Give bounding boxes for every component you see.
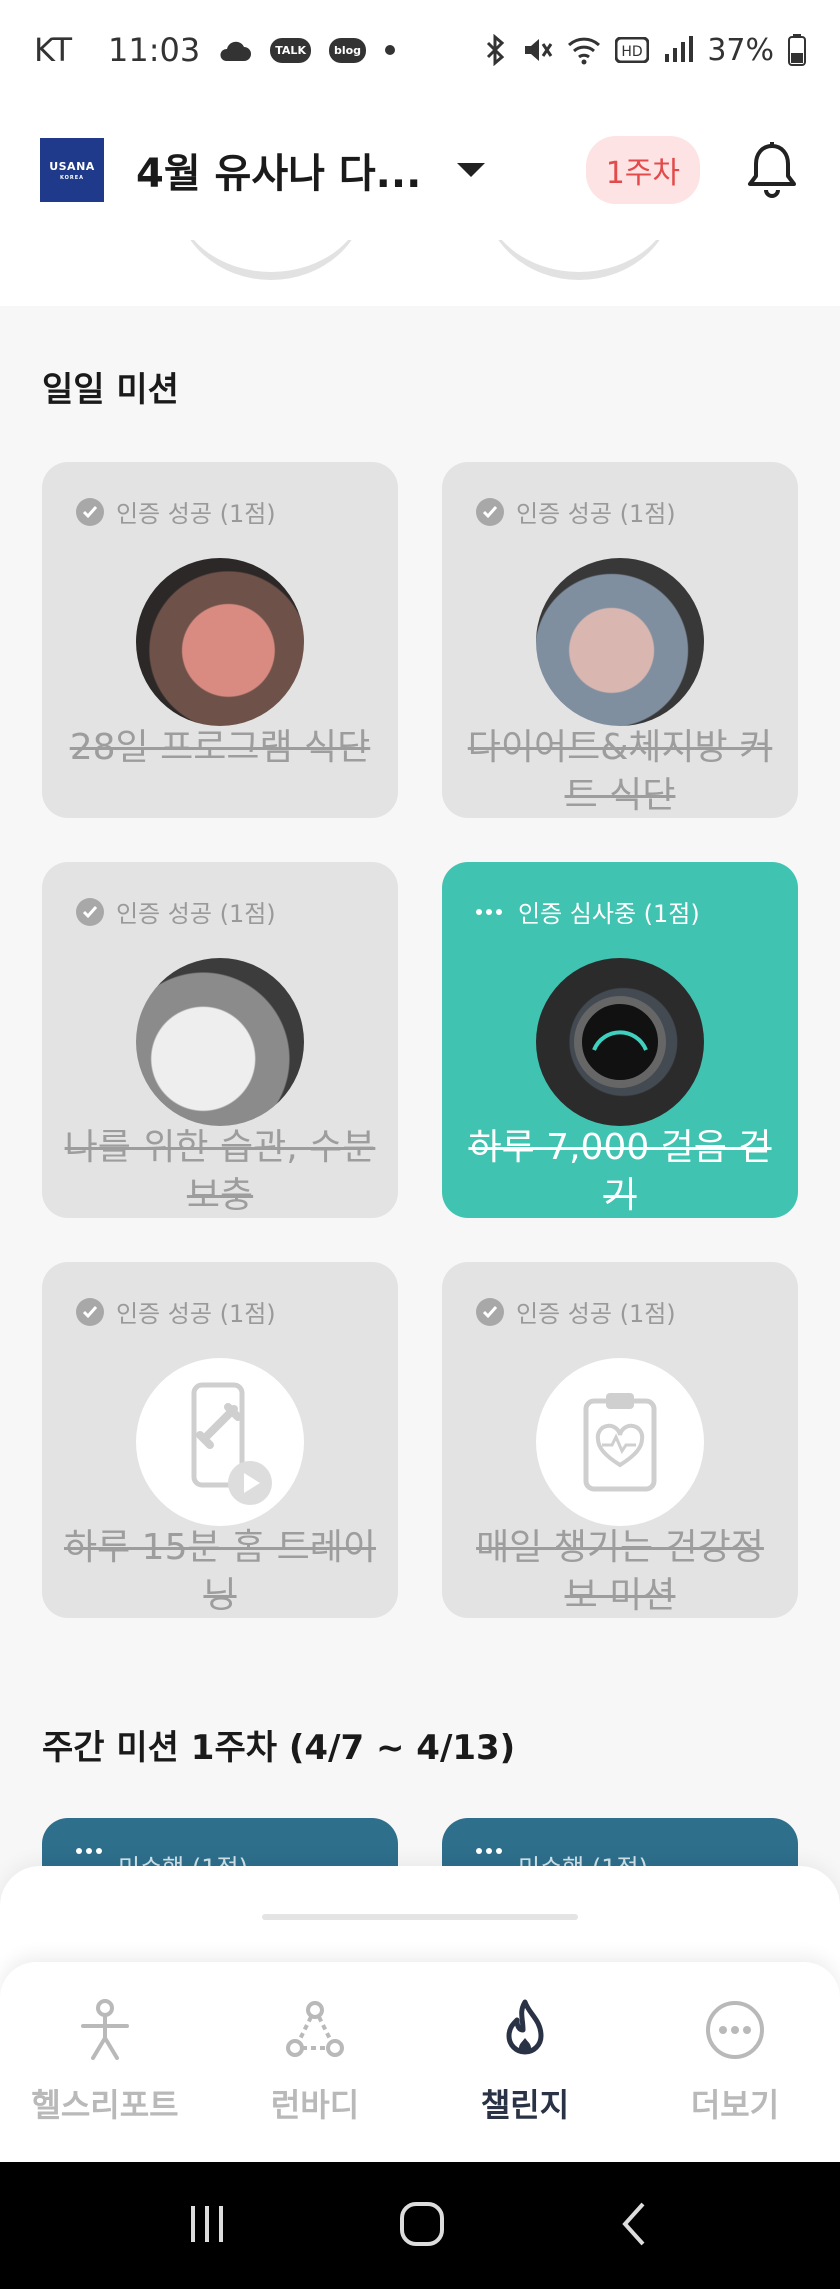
mission-status-text: 인증 성공 (1점) bbox=[116, 500, 276, 528]
mute-icon bbox=[521, 34, 553, 66]
mission-photo bbox=[136, 958, 304, 1126]
network-icon bbox=[283, 1998, 347, 2066]
talk-icon: TALK bbox=[270, 37, 311, 63]
mission-photo bbox=[136, 558, 304, 726]
mission-title: 나를 위한 습관, 수분보충 bbox=[64, 1127, 376, 1216]
mission-status-text: 인증 성공 (1점) bbox=[516, 1300, 676, 1328]
app-header: USANA KOREA 4월 유사나 다... 1주차 bbox=[0, 100, 840, 240]
mission-card[interactable]: 인증 성공 (1점) 다이어트&체지방 커트 식단 bbox=[442, 462, 798, 818]
sheet-drag-handle[interactable] bbox=[262, 1914, 578, 1920]
logo-text: USANA bbox=[49, 159, 95, 173]
system-nav-bar bbox=[0, 2162, 840, 2289]
mission-card[interactable]: 인증 성공 (1점) 나를 위한 습관, 수분보충 bbox=[42, 862, 398, 1218]
home-icon[interactable] bbox=[398, 2200, 446, 2252]
back-icon[interactable] bbox=[615, 2200, 655, 2252]
mission-status-text: 인증 성공 (1점) bbox=[116, 900, 276, 928]
mission-card[interactable]: 인증 성공 (1점) 하루 15분 홈 트레이닝 bbox=[42, 1262, 398, 1618]
logo-subtext: KOREA bbox=[59, 174, 85, 181]
clipboard-heart-icon bbox=[536, 1358, 704, 1526]
nav-label: 헬스리포트 bbox=[31, 2086, 179, 2124]
mission-photo bbox=[536, 958, 704, 1126]
wifi-icon bbox=[567, 35, 601, 65]
check-icon bbox=[76, 497, 104, 526]
clock: 11:03 bbox=[108, 31, 201, 69]
nav-label: 챌린지 bbox=[480, 2086, 570, 2124]
nav-health-report[interactable]: 헬스리포트 bbox=[0, 1962, 210, 2162]
check-icon bbox=[476, 497, 504, 526]
mission-status: 인증 성공 (1점) bbox=[76, 894, 276, 929]
dot-icon bbox=[384, 44, 396, 56]
check-icon bbox=[76, 897, 104, 926]
more-dots-icon bbox=[476, 908, 506, 915]
usana-logo: USANA KOREA bbox=[40, 138, 104, 202]
bottom-nav: 헬스리포트 런바디 챌린지 더보기 bbox=[0, 1962, 840, 2162]
mission-status-text: 인증 성공 (1점) bbox=[116, 1300, 276, 1328]
mission-title: 다이어트&체지방 커트 식단 bbox=[467, 727, 773, 816]
more-dots-icon bbox=[476, 1848, 506, 1854]
phone-dumbbell-icon bbox=[136, 1358, 304, 1526]
more-icon bbox=[703, 1998, 767, 2066]
status-bar: KT 11:03 TALK blog HD 37% bbox=[0, 0, 840, 100]
mission-title: 하루 15분 홈 트레이닝 bbox=[64, 1527, 376, 1616]
mission-card[interactable]: 인증 성공 (1점) 매일 챙기는 건강정보 미션 bbox=[442, 1262, 798, 1618]
mission-status: 인증 성공 (1점) bbox=[476, 494, 676, 529]
mission-status-text: 인증 심사중 (1점) bbox=[518, 900, 700, 928]
svg-text:HD: HD bbox=[622, 44, 643, 60]
nav-more[interactable]: 더보기 bbox=[630, 1962, 840, 2162]
person-icon bbox=[73, 1998, 137, 2066]
cloud-icon bbox=[218, 37, 252, 63]
mission-title: 28일 프로그램 식단 bbox=[69, 727, 371, 768]
mission-card[interactable]: 인증 성공 (1점) 28일 프로그램 식단 bbox=[42, 462, 398, 818]
daily-missions-title: 일일 미션 bbox=[42, 370, 179, 410]
nav-challenge[interactable]: 챌린지 bbox=[420, 1962, 630, 2162]
mission-status: 인증 성공 (1점) bbox=[76, 494, 276, 529]
more-dots-icon bbox=[76, 1848, 106, 1854]
progress-arc bbox=[176, 240, 366, 280]
signal-icon bbox=[663, 36, 694, 64]
recent-apps-icon[interactable] bbox=[185, 2202, 229, 2250]
battery-icon bbox=[788, 34, 806, 66]
mission-status: 인증 성공 (1점) bbox=[76, 1294, 276, 1329]
check-icon bbox=[476, 1297, 504, 1326]
nav-runbody[interactable]: 런바디 bbox=[210, 1962, 420, 2162]
bell-icon[interactable] bbox=[744, 140, 800, 200]
nav-label: 런바디 bbox=[270, 2086, 360, 2124]
mission-photo bbox=[536, 558, 704, 726]
hd-icon: HD bbox=[615, 37, 650, 63]
progress-arc bbox=[484, 240, 674, 280]
chevron-down-icon[interactable] bbox=[457, 163, 486, 177]
nav-label: 더보기 bbox=[690, 2086, 780, 2124]
mission-card[interactable]: 인증 심사중 (1점) 하루 7,000 걸음 걷기 bbox=[442, 862, 798, 1218]
week-badge: 1주차 bbox=[585, 136, 700, 204]
battery-percent: 37% bbox=[707, 32, 774, 68]
mission-title: 하루 7,000 걸음 걷기 bbox=[468, 1127, 772, 1216]
mission-status: 인증 성공 (1점) bbox=[476, 1294, 676, 1329]
bluetooth-icon bbox=[483, 34, 507, 66]
challenge-title[interactable]: 4월 유사나 다... bbox=[136, 141, 421, 199]
mission-title: 매일 챙기는 건강정보 미션 bbox=[476, 1527, 764, 1616]
carrier-label: KT bbox=[34, 31, 73, 69]
scrolled-content-remnant bbox=[0, 240, 840, 306]
check-icon bbox=[76, 1297, 104, 1326]
blog-icon: blog bbox=[328, 37, 367, 63]
mission-status: 인증 심사중 (1점) bbox=[476, 894, 700, 929]
mission-status-text: 인증 성공 (1점) bbox=[516, 500, 676, 528]
flame-icon bbox=[493, 1998, 557, 2066]
weekly-missions-title: 주간 미션 1주차 (4/7 ~ 4/13) bbox=[42, 1728, 516, 1768]
